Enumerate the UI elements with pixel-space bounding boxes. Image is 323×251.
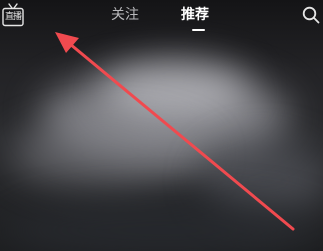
annotation-arrow [55, 32, 295, 231]
app-screen: 直播 关注 推荐 [0, 0, 323, 251]
